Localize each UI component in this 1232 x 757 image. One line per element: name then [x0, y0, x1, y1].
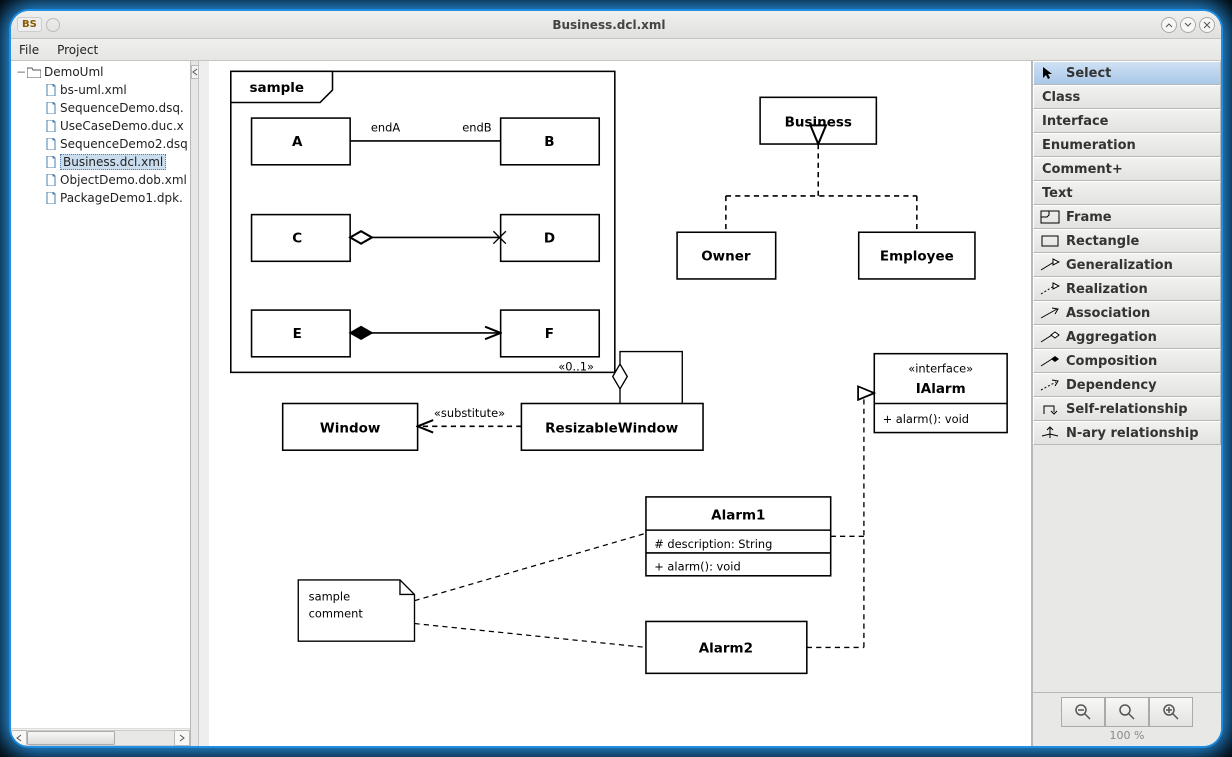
- file-icon: [45, 174, 57, 186]
- tree-hscrollbar[interactable]: [11, 728, 190, 746]
- tool-palette: Select Class Interface Enumeration Comme…: [1031, 61, 1221, 746]
- scroll-track[interactable]: [27, 730, 174, 746]
- svg-text:IAlarm: IAlarm: [916, 381, 966, 397]
- tree-file-item[interactable]: bs-uml.xml: [11, 81, 190, 99]
- tool-rectangle[interactable]: Rectangle: [1033, 229, 1221, 253]
- svg-text:Employee: Employee: [880, 248, 954, 264]
- tool-realization[interactable]: Realization: [1033, 277, 1221, 301]
- tree-file-item[interactable]: UseCaseDemo.duc.x: [11, 117, 190, 135]
- tool-text[interactable]: Text: [1033, 181, 1221, 205]
- file-icon: [45, 192, 57, 204]
- file-icon: [45, 102, 57, 114]
- class-Alarm1[interactable]: Alarm1 # description: String + alarm(): …: [646, 497, 831, 576]
- menu-project[interactable]: Project: [55, 41, 100, 59]
- svg-text:sample: sample: [249, 80, 304, 96]
- tool-frame[interactable]: Frame: [1033, 205, 1221, 229]
- folder-icon: [27, 66, 41, 78]
- splitter-collapse-icon[interactable]: [191, 65, 199, 79]
- scroll-right-button[interactable]: [174, 730, 190, 746]
- svg-text:# description: String: # description: String: [654, 537, 772, 551]
- svg-text:ResizableWindow: ResizableWindow: [545, 421, 678, 437]
- splitter[interactable]: [191, 61, 199, 746]
- svg-text:F: F: [545, 326, 554, 342]
- svg-text:E: E: [293, 326, 302, 342]
- svg-text:«substitute»: «substitute»: [434, 406, 505, 420]
- tool-class[interactable]: Class: [1033, 85, 1221, 109]
- menu-file[interactable]: File: [17, 41, 41, 59]
- svg-text:+ alarm(): void: + alarm(): void: [883, 412, 969, 426]
- maximize-button[interactable]: [1180, 17, 1196, 33]
- svg-text:B: B: [544, 134, 554, 150]
- file-icon: [45, 156, 57, 168]
- tool-aggregation[interactable]: Aggregation: [1033, 325, 1221, 349]
- tree-file-item[interactable]: PackageDemo1.dpk.: [11, 189, 190, 207]
- svg-text:«interface»: «interface»: [908, 361, 973, 375]
- svg-text:Window: Window: [320, 421, 380, 437]
- svg-text:D: D: [544, 231, 555, 247]
- svg-text:sample: sample: [309, 590, 350, 604]
- tool-enumeration[interactable]: Enumeration: [1033, 133, 1221, 157]
- comment-link-1[interactable]: [415, 533, 646, 600]
- diagram-canvas-wrap: sample A B endA endB C D: [199, 61, 1031, 746]
- svg-text:+ alarm(): void: + alarm(): void: [654, 560, 740, 574]
- diagram-canvas[interactable]: sample A B endA endB C D: [209, 61, 1031, 746]
- zoom-level-label: 100 %: [1110, 729, 1145, 742]
- tool-dependency[interactable]: Dependency: [1033, 373, 1221, 397]
- scroll-left-button[interactable]: [11, 730, 27, 746]
- svg-text:Owner: Owner: [701, 248, 751, 264]
- svg-text:comment: comment: [309, 606, 364, 620]
- svg-text:endB: endB: [462, 121, 491, 135]
- tool-self-relationship[interactable]: Self-relationship: [1033, 397, 1221, 421]
- tool-association[interactable]: Association: [1033, 301, 1221, 325]
- file-icon: [45, 84, 57, 96]
- svg-text:Business: Business: [785, 114, 852, 130]
- svg-text:endA: endA: [371, 121, 400, 135]
- minimize-button[interactable]: [1161, 17, 1177, 33]
- tree-file-item[interactable]: Business.dcl.xml: [11, 153, 190, 171]
- file-icon: [45, 120, 57, 132]
- tool-composition[interactable]: Composition: [1033, 349, 1221, 373]
- scroll-thumb[interactable]: [27, 731, 115, 745]
- comment-link-2[interactable]: [415, 624, 646, 648]
- titlebar-menu-icon[interactable]: [46, 18, 60, 32]
- tool-interface[interactable]: Interface: [1033, 109, 1221, 133]
- svg-text:C: C: [292, 231, 302, 247]
- zoom-reset-button[interactable]: [1105, 697, 1149, 727]
- interface-IAlarm[interactable]: «interface» IAlarm + alarm(): void: [874, 354, 1007, 433]
- self-aggregation-ResizableWindow[interactable]: «0..1»: [558, 352, 682, 404]
- tree-file-item[interactable]: SequenceDemo2.dsq: [11, 135, 190, 153]
- project-tree-pane: − DemoUml bs-uml.xmlSequenceDemo.dsq.Use…: [11, 61, 191, 746]
- zoom-in-button[interactable]: [1149, 697, 1193, 727]
- tree-root[interactable]: − DemoUml: [11, 63, 190, 81]
- titlebar: BS Business.dcl.xml: [11, 11, 1221, 39]
- zoom-out-button[interactable]: [1061, 697, 1105, 727]
- uml-comment[interactable]: sample comment: [298, 580, 414, 641]
- svg-text:Alarm1: Alarm1: [711, 508, 765, 524]
- close-button[interactable]: [1199, 17, 1215, 33]
- app-window: BS Business.dcl.xml File Project − DemoU…: [11, 11, 1221, 746]
- svg-text:A: A: [292, 134, 303, 150]
- svg-text:«0..1»: «0..1»: [558, 359, 594, 373]
- app-badge: BS: [17, 17, 42, 32]
- tool-select[interactable]: Select: [1033, 61, 1221, 85]
- tool-comment[interactable]: Comment+: [1033, 157, 1221, 181]
- file-icon: [45, 138, 57, 150]
- window-title: Business.dcl.xml: [60, 18, 1158, 32]
- zoom-bar: 100 %: [1033, 692, 1221, 746]
- tool-generalization[interactable]: Generalization: [1033, 253, 1221, 277]
- project-tree[interactable]: − DemoUml bs-uml.xmlSequenceDemo.dsq.Use…: [11, 61, 190, 728]
- menubar: File Project: [11, 39, 1221, 61]
- tree-file-item[interactable]: SequenceDemo.dsq.: [11, 99, 190, 117]
- tree-file-item[interactable]: ObjectDemo.dob.xml: [11, 171, 190, 189]
- realization-Business[interactable]: [726, 144, 917, 232]
- tool-nary-relationship[interactable]: N-ary relationship: [1033, 421, 1221, 445]
- svg-text:Alarm2: Alarm2: [699, 641, 753, 657]
